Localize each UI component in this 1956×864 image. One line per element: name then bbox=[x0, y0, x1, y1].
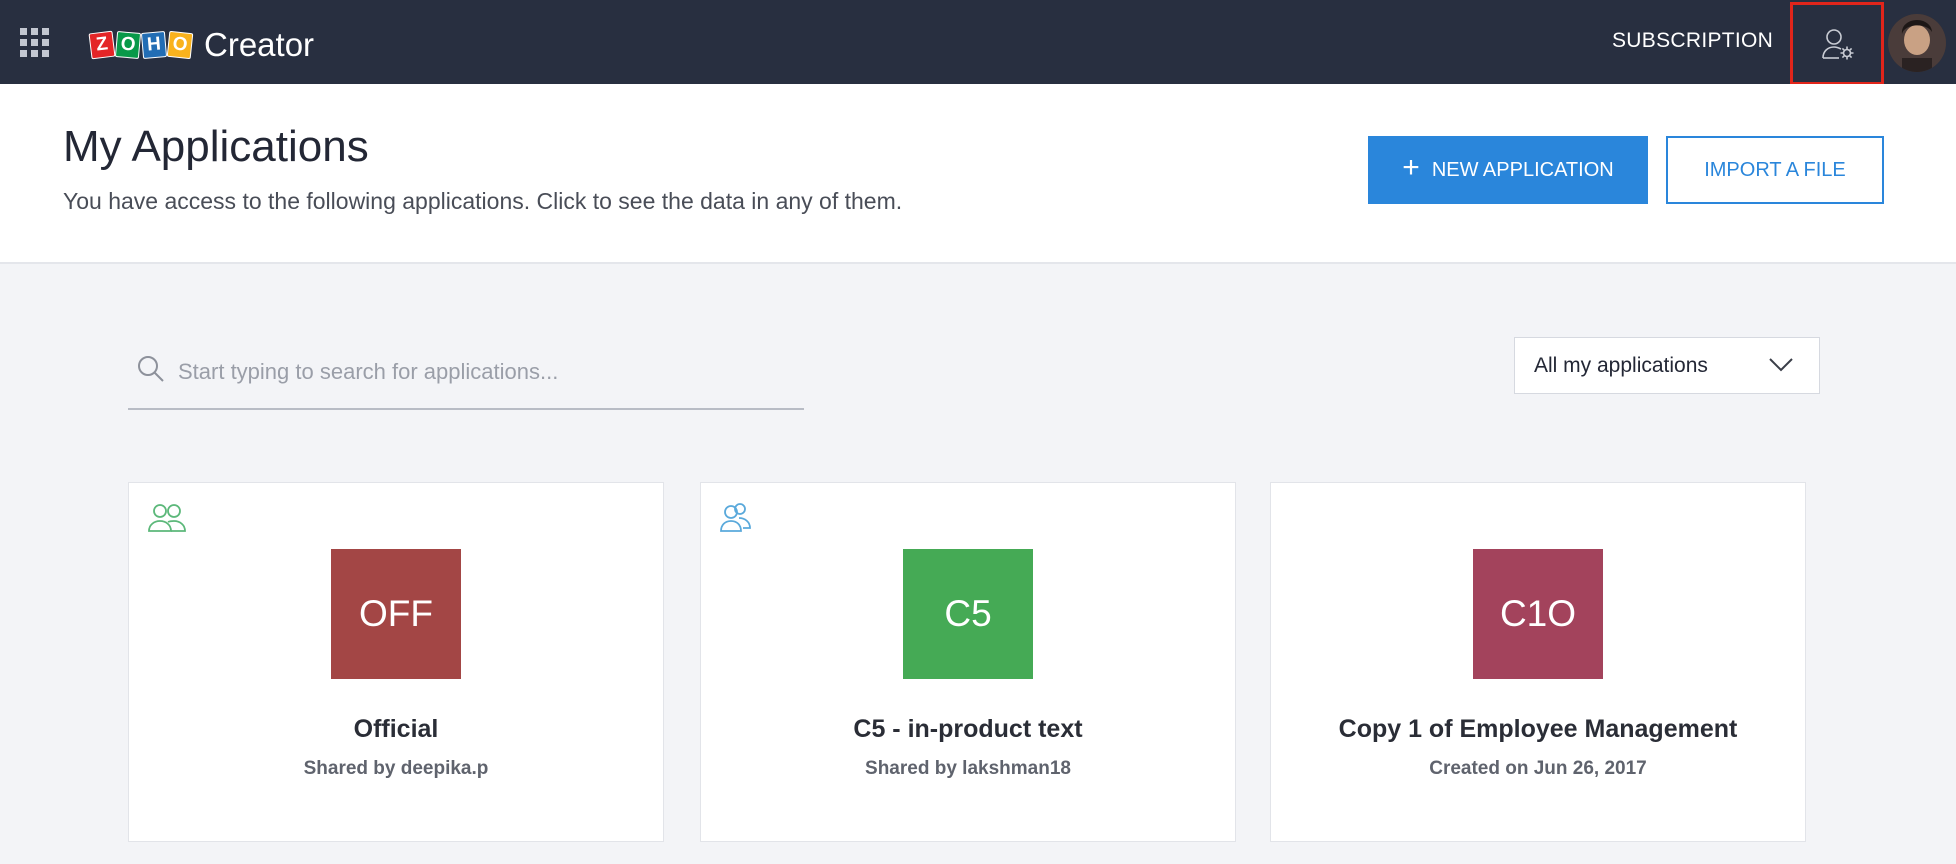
plus-icon: + bbox=[1402, 151, 1420, 184]
app-meta: Created on Jun 26, 2017 bbox=[1429, 758, 1647, 779]
new-application-button[interactable]: + NEW APPLICATION bbox=[1368, 136, 1648, 204]
shared-user-icon bbox=[720, 503, 751, 532]
chevron-down-icon bbox=[1769, 358, 1793, 372]
search-input[interactable] bbox=[178, 350, 778, 394]
shared-group-icon bbox=[148, 504, 186, 532]
app-icon-tile: C1O bbox=[1473, 549, 1603, 679]
app-icon-tile: C5 bbox=[903, 549, 1033, 679]
avatar[interactable] bbox=[1888, 14, 1946, 72]
app-launcher-grid-icon[interactable] bbox=[20, 28, 52, 60]
filter-selected-value: All my applications bbox=[1534, 354, 1708, 377]
app-card-c5[interactable]: C5 C5 - in-product text Shared by lakshm… bbox=[700, 482, 1236, 842]
logo-letter: Z bbox=[88, 30, 116, 60]
search-bar[interactable] bbox=[128, 350, 804, 410]
app-meta: Shared by deepika.p bbox=[303, 758, 489, 779]
search-icon bbox=[138, 356, 164, 382]
import-file-button[interactable]: IMPORT A FILE bbox=[1666, 136, 1884, 204]
subscription-link[interactable]: SUBSCRIPTION bbox=[1612, 29, 1773, 53]
application-filter-dropdown[interactable]: All my applications bbox=[1514, 337, 1820, 394]
new-application-label: NEW APPLICATION bbox=[1431, 158, 1614, 181]
zoho-creator-logo[interactable]: Z O H O Creator bbox=[88, 26, 315, 64]
user-settings-button[interactable] bbox=[1790, 2, 1884, 85]
page-title: My Applications bbox=[63, 122, 369, 171]
page-header: My Applications You have access to the f… bbox=[0, 84, 1956, 264]
app-card-copy-1-employee-management[interactable]: C1O Copy 1 of Employee Management Create… bbox=[1270, 482, 1806, 842]
logo-letter: O bbox=[166, 30, 194, 60]
user-gear-icon bbox=[1822, 29, 1854, 60]
app-name: Copy 1 of Employee Management bbox=[1338, 715, 1738, 743]
product-name: Creator bbox=[204, 26, 315, 63]
top-bar: Z O H O Creator SUBSCRIPTION bbox=[0, 0, 1956, 85]
app-icon-tile: OFF bbox=[331, 549, 461, 679]
app-meta: Shared by lakshman18 bbox=[865, 758, 1071, 779]
logo-letter: O bbox=[114, 31, 142, 59]
app-name: C5 - in-product text bbox=[853, 715, 1083, 743]
app-name: Official bbox=[353, 715, 439, 743]
page-subtitle: You have access to the following applica… bbox=[63, 188, 903, 214]
app-card-official[interactable]: OFF Official Shared by deepika.p bbox=[128, 482, 664, 842]
logo-letter: H bbox=[140, 31, 168, 59]
